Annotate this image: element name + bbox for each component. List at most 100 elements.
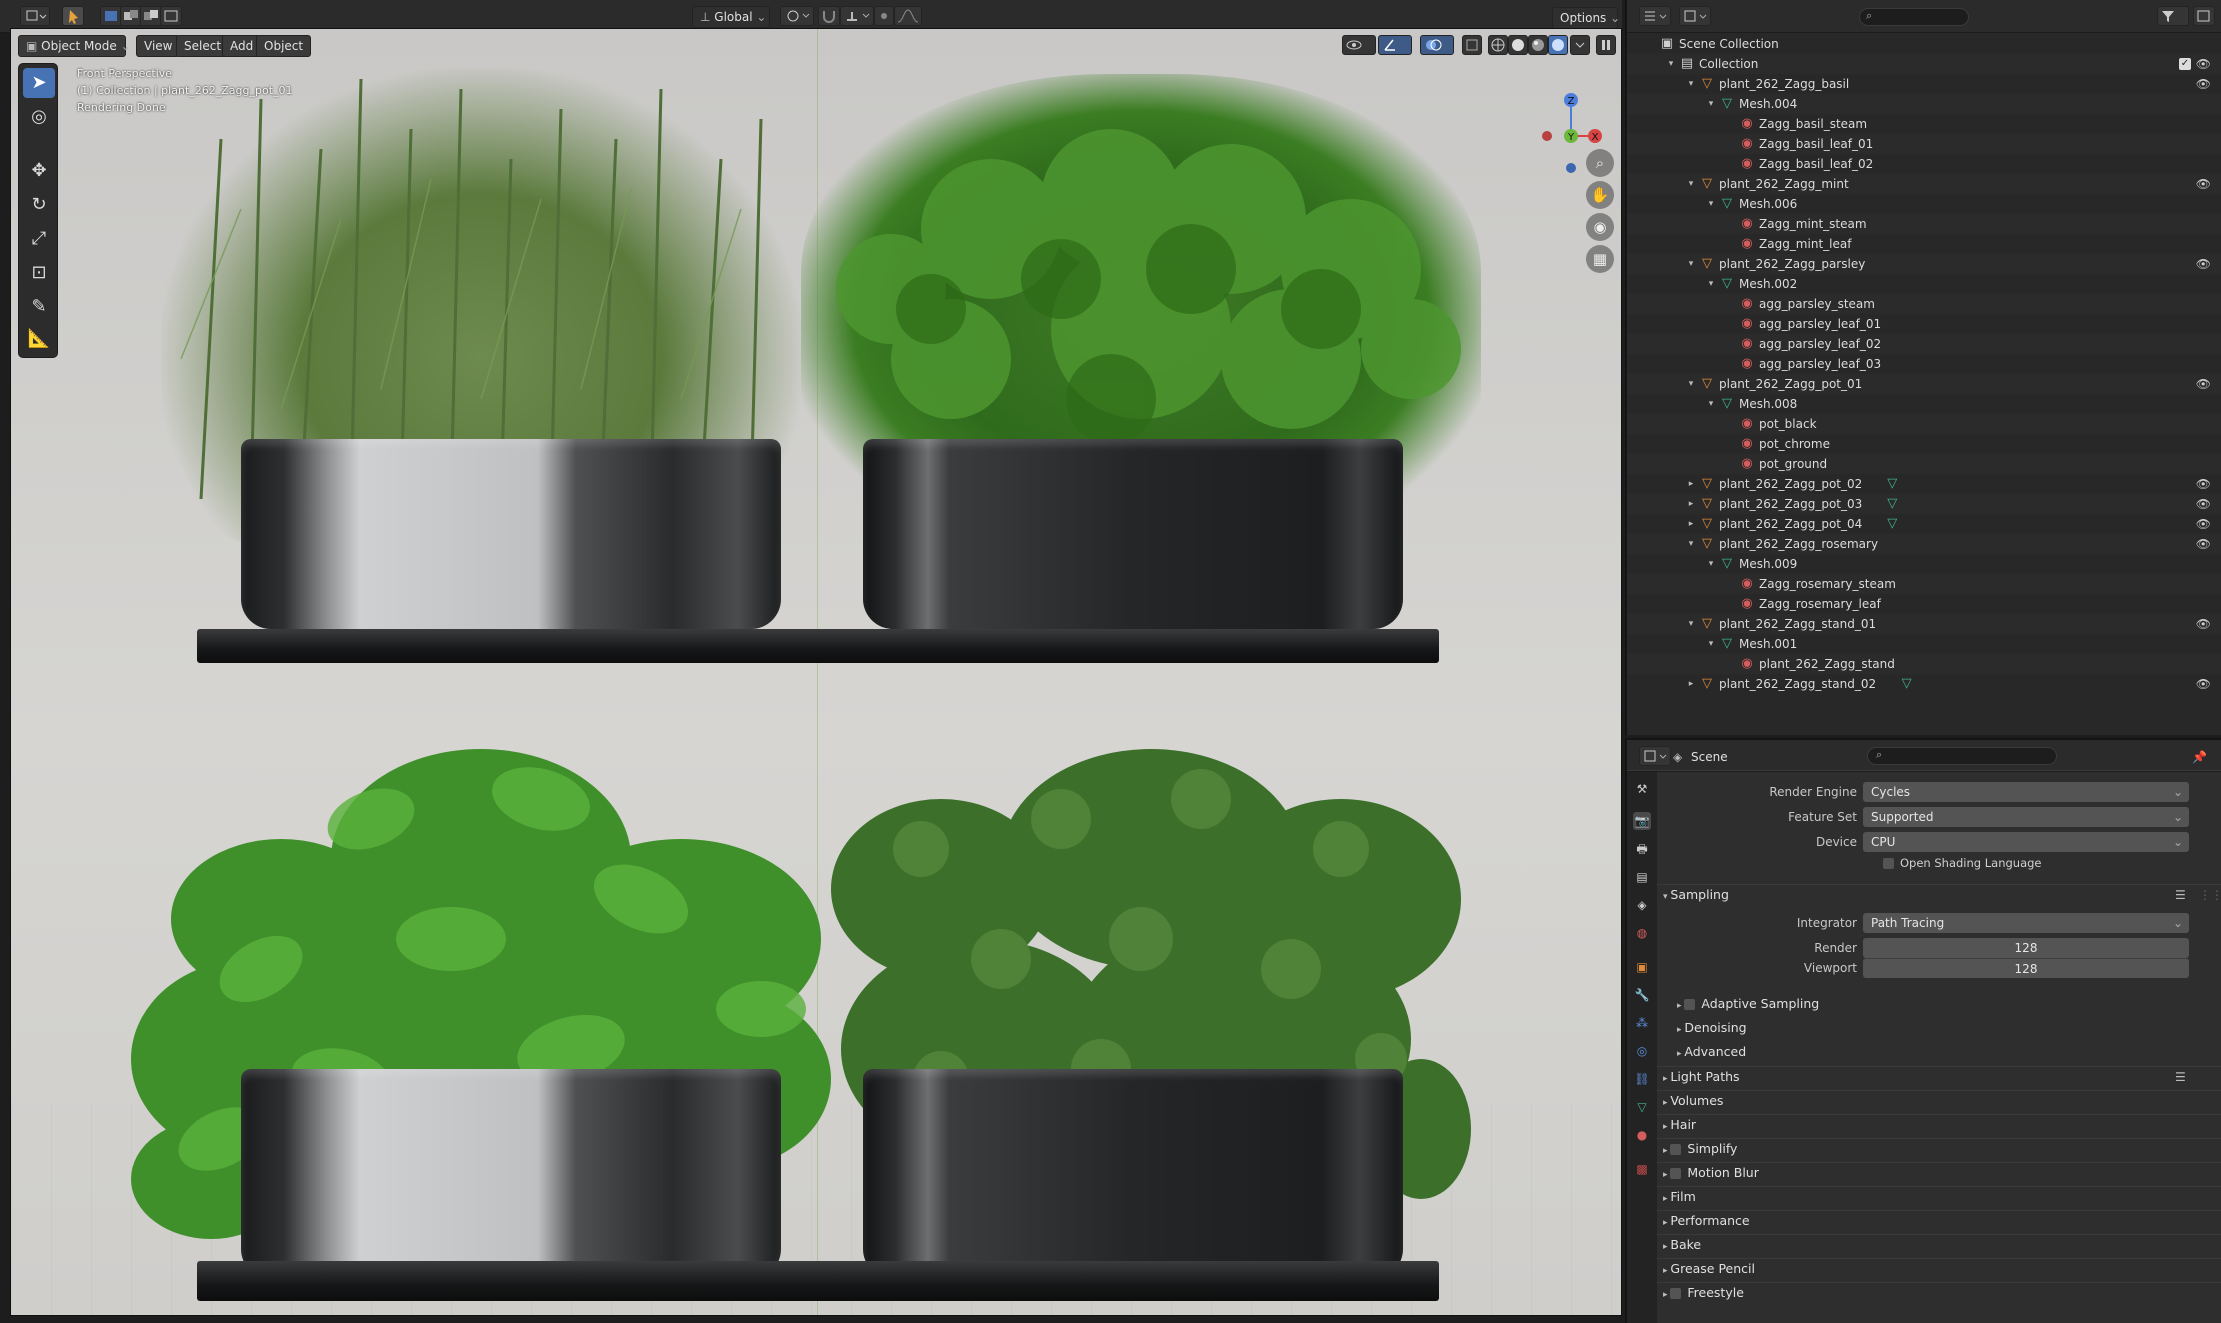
visibility-eye-icon[interactable]: 👁 [2196, 74, 2211, 94]
section-header-motion-blur[interactable]: ▸ Motion Blur [1663, 1162, 1759, 1186]
section-header-performance[interactable]: ▸ Performance [1663, 1210, 1750, 1234]
object-mode-dropdown[interactable]: ▣ Object Mode ⌄ [18, 35, 131, 57]
modifier-tab-icon[interactable]: 🔧 [1633, 986, 1651, 1004]
visibility-eye-icon[interactable]: 👁 [2196, 514, 2211, 534]
world-tab-icon[interactable]: ◍ [1633, 924, 1651, 942]
outliner-row[interactable]: ◉ agg_parsley_leaf_02 [1627, 334, 2221, 354]
select-tool-icon[interactable] [62, 6, 84, 26]
outliner-row[interactable]: ▾ ▽ plant_262_Zagg_basil 👁 [1627, 74, 2221, 94]
outliner-row[interactable]: ▸ ▽ plant_262_Zagg_stand_02 ▽ 👁 [1627, 674, 2221, 694]
material-tab-icon[interactable]: ● [1633, 1126, 1651, 1144]
visibility-eye-icon[interactable]: 👁 [2196, 254, 2211, 274]
adaptive-sampling-subsection[interactable]: ▸ Adaptive Sampling [1677, 993, 1819, 1017]
section-checkbox[interactable] [1670, 1288, 1682, 1299]
output-tab-icon[interactable]: 🖶 [1633, 840, 1651, 858]
3d-viewport[interactable]: Front Perspective (1) Collection | plant… [10, 28, 1622, 1316]
transform-orientation-dropdown[interactable]: ⊥ Global ⌄ [692, 6, 770, 28]
visibility-eye-icon[interactable]: 👁 [2196, 474, 2211, 494]
expand-down-icon[interactable]: ▾ [1685, 254, 1697, 274]
sampling-section-header[interactable]: ▾ Sampling [1663, 884, 1729, 908]
material-shading-icon[interactable] [1528, 35, 1548, 55]
falloff-icon[interactable] [894, 6, 922, 26]
visibility-selectability-icon[interactable] [1342, 35, 1376, 55]
select-subtract-icon[interactable] [140, 6, 162, 26]
annotate-tool-icon[interactable]: ✎ [23, 292, 55, 322]
data-tab-icon[interactable]: ▽ [1633, 1098, 1651, 1116]
expand-down-icon[interactable]: ▾ [1705, 634, 1717, 654]
select-new-icon[interactable] [100, 6, 122, 26]
outliner-row[interactable]: ◉ agg_parsley_steam [1627, 294, 2221, 314]
expand-down-icon[interactable]: ▾ [1685, 174, 1697, 194]
denoising-subsection[interactable]: ▸ Denoising [1677, 1017, 1747, 1041]
menu-view[interactable]: View [136, 35, 181, 57]
snap-target-icon[interactable] [840, 6, 874, 26]
outliner-row[interactable]: ▾ ▽ Mesh.001 [1627, 634, 2221, 654]
select-extend-icon[interactable] [120, 6, 142, 26]
expand-down-icon[interactable]: ▾ [1705, 554, 1717, 574]
options-dropdown[interactable]: Options ⌄ [1552, 7, 1620, 29]
constraints-tab-icon[interactable]: ⛓ [1633, 1070, 1651, 1088]
render-samples-field[interactable]: 128 [1863, 938, 2189, 958]
shading-options-icon[interactable] [1570, 35, 1590, 55]
visibility-eye-icon[interactable]: 👁 [2196, 374, 2211, 394]
device-dropdown[interactable]: CPU ⌄ [1863, 832, 2189, 852]
rendered-shading-icon[interactable] [1548, 35, 1568, 55]
sampling-presets-icon[interactable]: ☰ [2175, 888, 2186, 902]
section-header-grease-pencil[interactable]: ▸ Grease Pencil [1663, 1258, 1755, 1282]
render-tab-icon[interactable]: 📷 [1633, 812, 1651, 830]
expand-down-icon[interactable]: ▾ [1685, 614, 1697, 634]
outliner-row[interactable]: ▸ ▽ plant_262_Zagg_pot_04 ▽ 👁 [1627, 514, 2221, 534]
ortho-toggle-icon[interactable]: ▦ [1586, 245, 1614, 273]
outliner-row[interactable]: ◉ plant_262_Zagg_stand [1627, 654, 2221, 674]
outliner-row[interactable]: ▸ ▽ plant_262_Zagg_pot_02 ▽ 👁 [1627, 474, 2221, 494]
visibility-eye-icon[interactable]: 👁 [2196, 674, 2211, 694]
pause-render-icon[interactable] [1596, 35, 1616, 55]
outliner-row[interactable]: ◉ Zagg_basil_leaf_01 [1627, 134, 2221, 154]
expand-right-icon[interactable]: ▸ [1685, 674, 1697, 694]
section-header-simplify[interactable]: ▸ Simplify [1663, 1138, 1737, 1162]
texture-tab-icon[interactable]: ▩ [1633, 1160, 1651, 1178]
outliner-row[interactable]: ▸ ▽ plant_262_Zagg_pot_03 ▽ 👁 [1627, 494, 2221, 514]
outliner-row[interactable]: ◉ Zagg_mint_leaf [1627, 234, 2221, 254]
section-header-light-paths[interactable]: ▸ Light Paths [1663, 1066, 1740, 1090]
zoom-icon[interactable]: ⌕ [1586, 149, 1614, 177]
pivot-point-icon[interactable] [780, 6, 814, 26]
expand-down-icon[interactable]: ▾ [1705, 394, 1717, 414]
osl-checkbox[interactable]: Open Shading Language [1883, 853, 2042, 873]
feature-set-dropdown[interactable]: Supported ⌄ [1863, 807, 2189, 827]
expand-down-icon[interactable]: ▾ [1685, 534, 1697, 554]
advanced-subsection[interactable]: ▸ Advanced [1677, 1041, 1746, 1065]
wireframe-shading-icon[interactable] [1488, 35, 1508, 55]
physics-tab-icon[interactable]: ◎ [1633, 1042, 1651, 1060]
outliner-row[interactable]: ◉ pot_black [1627, 414, 2221, 434]
scale-tool-icon[interactable]: ⤢ [23, 224, 55, 254]
display-mode-icon[interactable] [1679, 6, 1711, 26]
outliner-row[interactable]: ▾ ▽ plant_262_Zagg_pot_01 👁 [1627, 374, 2221, 394]
expand-down-icon[interactable]: ▾ [1665, 54, 1677, 74]
section-header-hair[interactable]: ▸ Hair [1663, 1114, 1696, 1138]
view-layer-tab-icon[interactable]: ▤ [1633, 868, 1651, 886]
outliner-row[interactable]: ◉ Zagg_mint_steam [1627, 214, 2221, 234]
filter-icon[interactable] [2157, 6, 2189, 26]
expand-down-icon[interactable]: ▾ [1685, 74, 1697, 94]
outliner-row[interactable]: ▾ ▽ Mesh.009 [1627, 554, 2221, 574]
snap-icon[interactable] [818, 6, 840, 26]
exclude-checkbox[interactable]: ✓ [2179, 58, 2191, 70]
expand-right-icon[interactable]: ▸ [1685, 514, 1697, 534]
section-header-bake[interactable]: ▸ Bake [1663, 1234, 1701, 1258]
section-header-volumes[interactable]: ▸ Volumes [1663, 1090, 1723, 1114]
xray-toggle-icon[interactable] [1462, 35, 1482, 55]
pan-hand-icon[interactable]: ✋ [1586, 181, 1614, 209]
outliner-row[interactable]: ▾ ▽ Mesh.004 [1627, 94, 2221, 114]
outliner-row[interactable]: ◉ agg_parsley_leaf_03 [1627, 354, 2221, 374]
viewport-samples-field[interactable]: 128 [1863, 958, 2189, 978]
expand-down-icon[interactable]: ▾ [1705, 94, 1717, 114]
cursor-tool-icon[interactable]: ◎ [23, 102, 55, 132]
new-collection-icon[interactable] [2193, 6, 2215, 26]
outliner-row[interactable]: ◉ pot_chrome [1627, 434, 2221, 454]
outliner-row[interactable]: ▾ ▽ plant_262_Zagg_stand_01 👁 [1627, 614, 2221, 634]
select-box-tool-icon[interactable]: ➤ [23, 68, 55, 98]
visibility-eye-icon[interactable]: 👁 [2196, 614, 2211, 634]
measure-tool-icon[interactable]: 📐 [23, 324, 55, 354]
outliner-row[interactable]: ▾ ▤ Collection ✓ 👁 [1627, 54, 2221, 74]
